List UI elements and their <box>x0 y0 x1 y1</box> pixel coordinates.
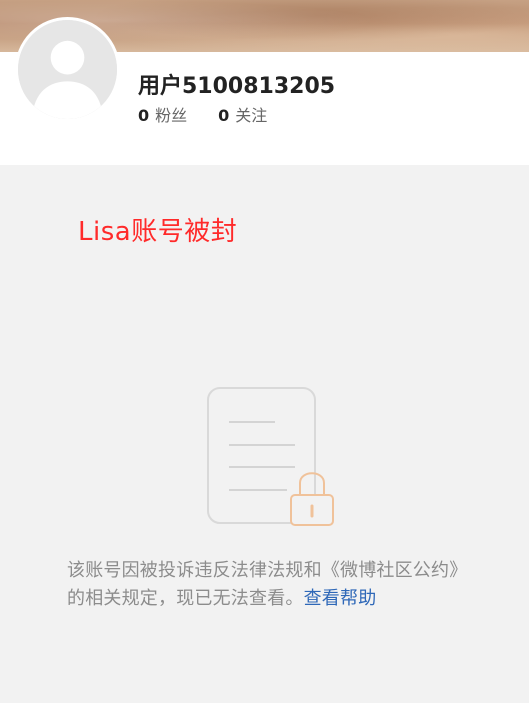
fans-count: 0 <box>138 106 150 125</box>
banned-notice: 该账号因被投诉违反法律法规和《微博社区公约》的相关规定，现已无法查看。查看帮助 <box>67 557 477 613</box>
fans-stat[interactable]: 0 粉丝 <box>138 102 187 126</box>
banned-notice-text: 该账号因被投诉违反法律法规和《微博社区公约》的相关规定，现已无法查看。 <box>67 560 468 609</box>
fans-label: 粉丝 <box>155 106 188 125</box>
following-label: 关注 <box>235 106 268 125</box>
document-lock-icon <box>207 387 334 526</box>
annotation-text: Lisa账号被封 <box>78 217 238 247</box>
avatar[interactable] <box>15 17 120 122</box>
default-user-avatar-icon <box>18 20 117 119</box>
following-stat[interactable]: 0 关注 <box>218 102 267 126</box>
following-count: 0 <box>218 106 230 125</box>
profile-stats: 0 粉丝 0 关注 <box>138 102 267 126</box>
username: 用户5100813205 <box>138 74 336 99</box>
view-help-link[interactable]: 查看帮助 <box>304 588 377 609</box>
